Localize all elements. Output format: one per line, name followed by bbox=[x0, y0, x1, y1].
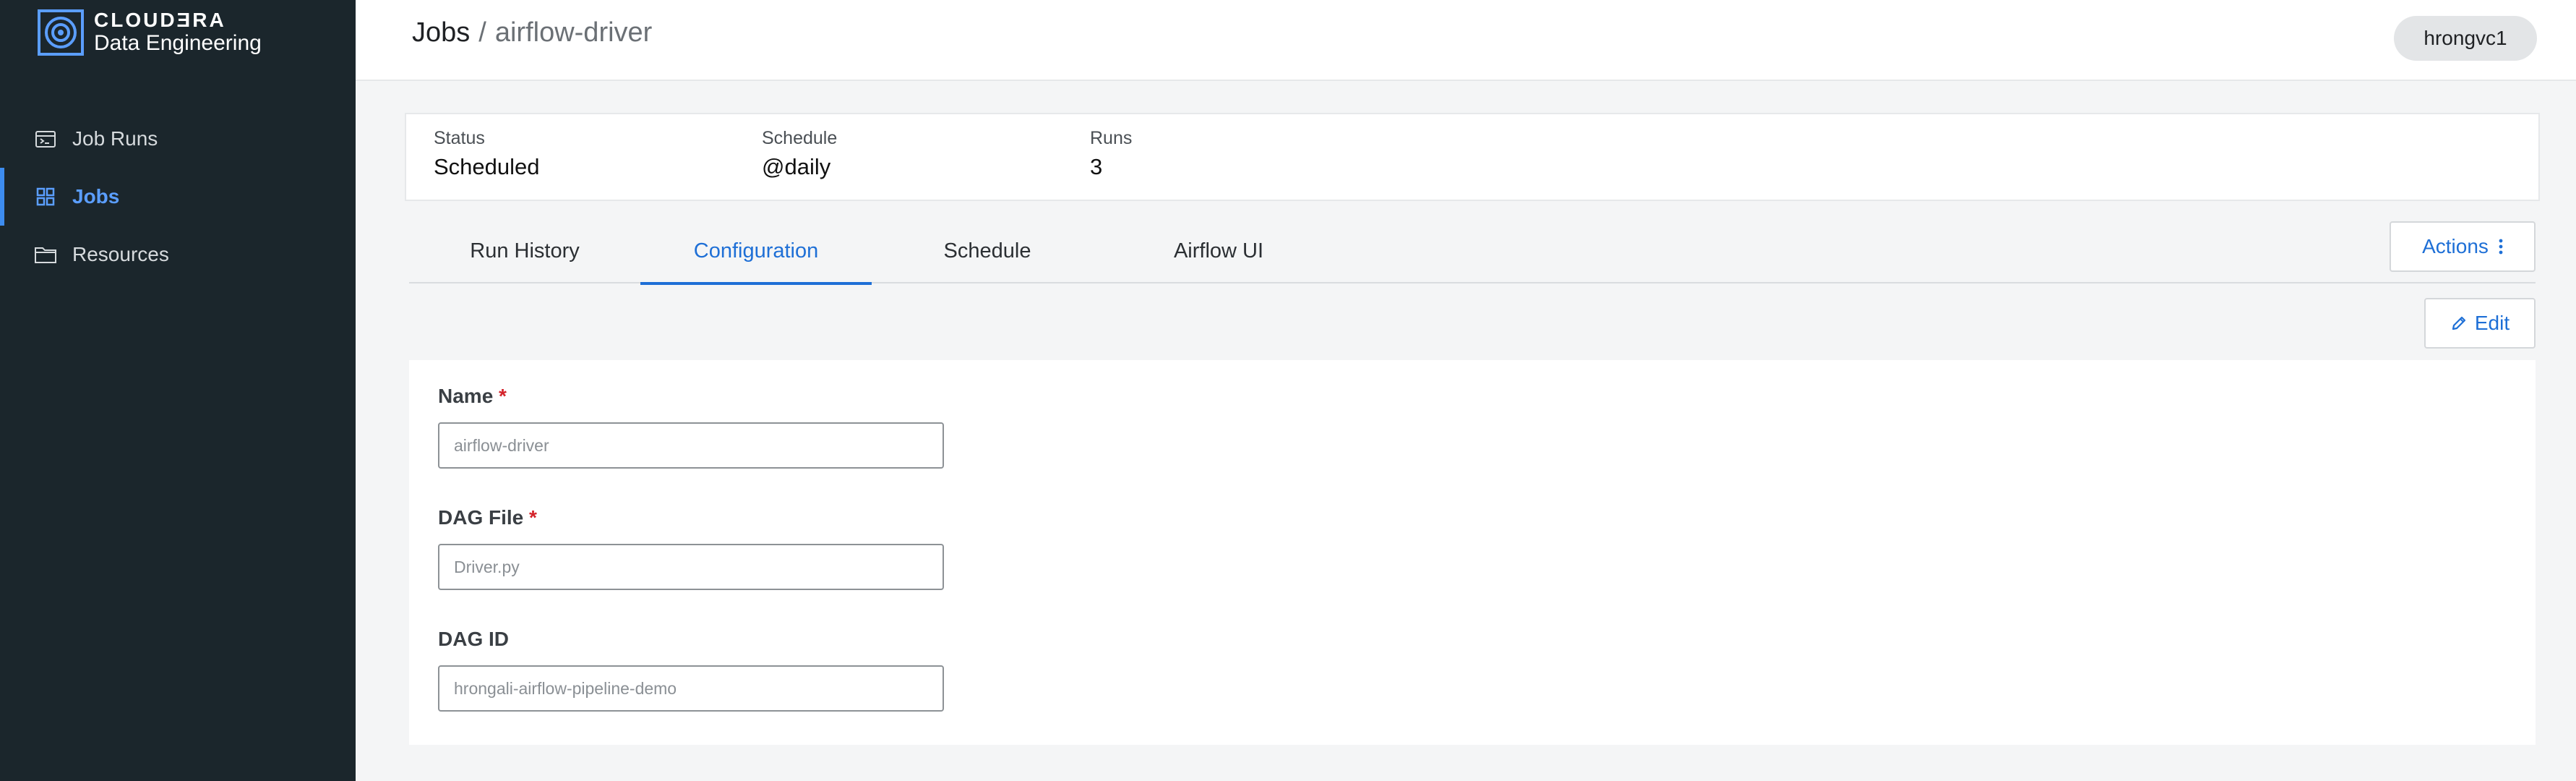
dag-id-input[interactable] bbox=[438, 665, 944, 712]
name-label: Name bbox=[438, 385, 494, 407]
sidebar-item-job-runs[interactable]: Job Runs bbox=[0, 110, 356, 168]
sidebar-item-label: Jobs bbox=[72, 185, 120, 208]
status-label: Status bbox=[434, 128, 485, 148]
runs-label: Runs bbox=[1090, 128, 1133, 148]
name-field: Name * bbox=[438, 383, 944, 469]
page-header: Jobs / airflow-driver hrongvc1 bbox=[356, 0, 2576, 81]
sidebar-item-label: Resources bbox=[72, 243, 169, 265]
job-summary-card: Status Scheduled Schedule @daily Runs 3 bbox=[405, 113, 2540, 201]
pencil-icon bbox=[2450, 315, 2468, 332]
summary-runs: Runs 3 bbox=[1090, 126, 1132, 182]
grid-icon bbox=[33, 184, 58, 209]
kebab-vertical-icon bbox=[2499, 238, 2503, 255]
breadcrumb-separator: / bbox=[478, 17, 486, 48]
required-marker: * bbox=[499, 385, 507, 407]
sidebar-item-label: Job Runs bbox=[72, 127, 158, 150]
brand-name: CLOUDƎRA bbox=[94, 9, 226, 31]
dag-file-input[interactable] bbox=[438, 544, 944, 590]
actions-button[interactable]: Actions bbox=[2390, 221, 2536, 272]
dag-id-field: DAG ID bbox=[438, 626, 944, 712]
tab-schedule[interactable]: Schedule bbox=[872, 218, 1103, 283]
job-tabs: Run History Configuration Schedule Airfl… bbox=[409, 218, 2536, 285]
schedule-value: @daily bbox=[762, 154, 831, 179]
tab-run-history[interactable]: Run History bbox=[409, 218, 640, 283]
brand-subtitle: Data Engineering bbox=[94, 31, 262, 55]
dag-id-label: DAG ID bbox=[438, 628, 509, 650]
dag-file-label: DAG File bbox=[438, 506, 524, 529]
tab-configuration[interactable]: Configuration bbox=[640, 218, 872, 285]
folder-icon bbox=[33, 242, 58, 267]
cloudera-logo-icon bbox=[38, 9, 84, 56]
actions-label: Actions bbox=[2422, 235, 2489, 257]
user-menu-button[interactable]: hrongvc1 bbox=[2394, 16, 2537, 61]
sidebar-nav: Job Runs Jobs Resources bbox=[0, 110, 356, 283]
terminal-window-icon bbox=[33, 127, 58, 151]
breadcrumb: Jobs / airflow-driver bbox=[412, 17, 652, 48]
configuration-form: Name * DAG File * DAG ID bbox=[409, 360, 2536, 745]
sidebar-item-jobs[interactable]: Jobs bbox=[0, 168, 356, 226]
brand[interactable]: CLOUDƎRA Data Engineering bbox=[38, 9, 262, 56]
app-root: CLOUDƎRA Data Engineering Job Runs Jobs … bbox=[0, 0, 2576, 781]
dag-file-field: DAG File * bbox=[438, 505, 944, 590]
runs-value: 3 bbox=[1090, 154, 1103, 179]
edit-button[interactable]: Edit bbox=[2424, 298, 2536, 349]
required-marker: * bbox=[529, 506, 537, 529]
sidebar-item-resources[interactable]: Resources bbox=[0, 226, 356, 283]
edit-label: Edit bbox=[2474, 312, 2510, 334]
sidebar: CLOUDƎRA Data Engineering Job Runs Jobs … bbox=[0, 0, 356, 781]
tab-airflow-ui[interactable]: Airflow UI bbox=[1103, 218, 1334, 283]
breadcrumb-current: airflow-driver bbox=[494, 17, 653, 48]
schedule-label: Schedule bbox=[762, 128, 838, 148]
summary-schedule: Schedule @daily bbox=[762, 126, 837, 182]
summary-status: Status Scheduled bbox=[434, 126, 540, 182]
breadcrumb-jobs-link[interactable]: Jobs bbox=[412, 17, 470, 48]
status-value: Scheduled bbox=[434, 154, 540, 179]
name-input[interactable] bbox=[438, 422, 944, 469]
